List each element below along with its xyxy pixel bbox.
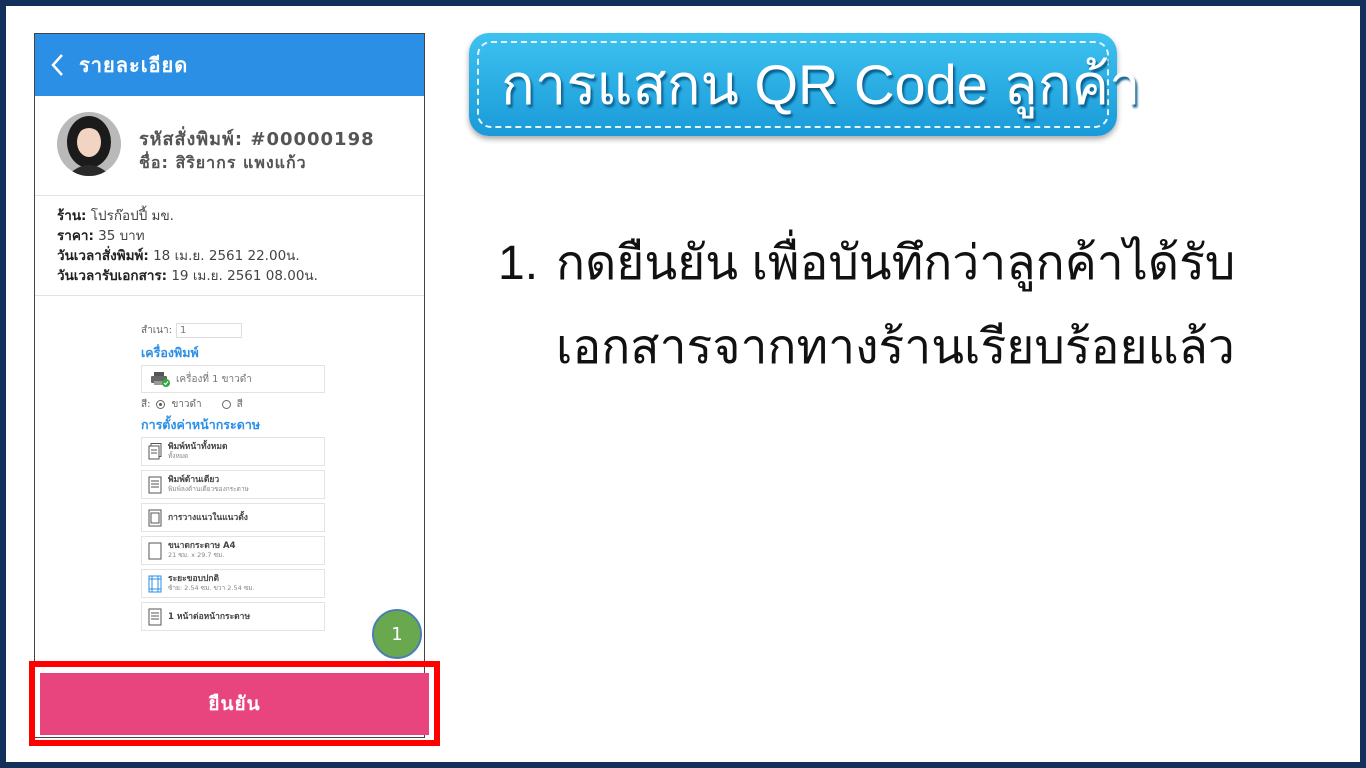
print-settings: สำเนา: 1 เครื่องพิมพ์ เครื่องที่ 1 ขาวดำ… xyxy=(141,322,325,631)
shop-row: ร้าน: โปรก๊อปปี้ มข. xyxy=(57,208,174,224)
back-chevron-icon[interactable] xyxy=(35,34,79,96)
instruction-line-2: เอกสารจากทางร้านเรียบร้อยแล้ว xyxy=(556,321,1235,374)
page-settings-title: การตั้งค่าหน้ากระดาษ xyxy=(141,417,261,432)
copies-input[interactable]: 1 xyxy=(175,322,242,338)
option-orientation[interactable]: การวางแนวในแนวตั้ง xyxy=(141,503,325,532)
margins-icon xyxy=(148,575,162,592)
avatar xyxy=(57,112,121,176)
page-title: รายละเอียด xyxy=(79,53,189,77)
customer-name: ชื่อ: สิริยากร แพงแก้ว xyxy=(139,153,307,172)
pages-icon xyxy=(148,442,162,459)
radio-color[interactable] xyxy=(221,399,231,409)
phone-screen: รายละเอียด รหัสสั่งพิมพ์: #00000198 ชื่อ… xyxy=(34,33,425,738)
radio-bw[interactable] xyxy=(156,399,166,409)
option-single-side[interactable]: พิมพ์ด้านเดียว พิมพ์ลงด้านเดียวของกระดาษ xyxy=(141,470,325,499)
printer-select[interactable]: เครื่องที่ 1 ขาวดำ xyxy=(141,365,325,393)
portrait-icon xyxy=(148,509,162,526)
confirm-button[interactable]: ยืนยัน xyxy=(40,673,429,735)
copies-row: สำเนา: 1 xyxy=(141,322,325,338)
color-row: สี: ขาวดำ สี xyxy=(141,398,243,410)
price-row: ราคา: 35 บาท xyxy=(57,228,145,244)
option-print-all[interactable]: พิมพ์หน้าทั้งหมด ทั้งหมด xyxy=(141,437,325,466)
instruction-number: 1. xyxy=(498,237,539,290)
document-icon xyxy=(148,476,162,493)
order-code: รหัสสั่งพิมพ์: #00000198 xyxy=(139,129,375,150)
slide-title: การแสกน QR Code ลูกค้า xyxy=(501,53,1141,116)
step-number-badge: 1 xyxy=(372,609,422,659)
option-paper-size[interactable]: ขนาดกระดาษ A4 21 ซม. x 29.7 ซม. xyxy=(141,536,325,565)
order-time-row: วันเวลาสั่งพิมพ์: 18 เม.ย. 2561 22.00น. xyxy=(57,248,300,264)
document-icon xyxy=(148,608,162,625)
instruction-line-1: กดยืนยัน เพื่อบันทึกว่าลูกค้าได้รับ xyxy=(556,237,1236,290)
customer-profile: รหัสสั่งพิมพ์: #00000198 ชื่อ: สิริยากร … xyxy=(35,96,424,196)
paper-icon xyxy=(148,542,162,559)
instruction-text: 1. กดยืนยัน เพื่อบันทึกว่าลูกค้าได้รับ เอ… xyxy=(498,222,1258,390)
printer-section-title: เครื่องพิมพ์ xyxy=(141,345,199,360)
app-header: รายละเอียด xyxy=(35,34,424,96)
printer-icon xyxy=(151,372,170,387)
option-pages-per-sheet[interactable]: 1 หน้าต่อหน้ากระดาษ xyxy=(141,602,325,631)
title-banner: การแสกน QR Code ลูกค้า xyxy=(469,33,1141,136)
order-info: ร้าน: โปรก๊อปปี้ มข. ราคา: 35 บาท วันเวล… xyxy=(35,196,424,296)
option-margins[interactable]: ระยะขอบปกติ ซ้าย: 2.54 ซม. ขวา 2.54 ซม. xyxy=(141,569,325,598)
pickup-time-row: วันเวลารับเอกสาร: 19 เม.ย. 2561 08.00น. xyxy=(57,268,318,284)
